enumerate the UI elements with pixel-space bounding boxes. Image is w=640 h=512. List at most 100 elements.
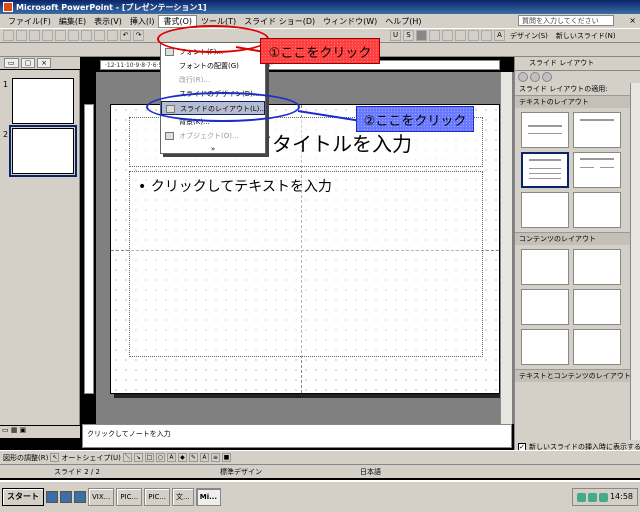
layout-title-text[interactable]	[521, 152, 569, 188]
tab-outline[interactable]: ▭	[4, 58, 19, 68]
notes-pane[interactable]: クリックしてノートを入力	[82, 424, 512, 448]
indent-icon[interactable]	[468, 30, 479, 41]
forward-icon[interactable]	[530, 72, 540, 82]
line-icon[interactable]: ＼	[122, 453, 132, 462]
tab-slides[interactable]: ▢	[20, 58, 36, 68]
arrow-icon[interactable]: ↘	[133, 453, 143, 462]
new-file-icon[interactable]	[3, 30, 14, 41]
tray-icon[interactable]	[598, 492, 608, 502]
menu-slideshow[interactable]: スライド ショー(D)	[240, 16, 319, 27]
underline-icon[interactable]: U	[390, 30, 401, 41]
status-design: 標準デザイン	[220, 468, 262, 476]
open-folder-icon[interactable]	[16, 30, 27, 41]
help-question-input[interactable]: 質問を入力してください	[518, 15, 614, 26]
tray-icon[interactable]	[576, 492, 586, 502]
title-bar: Microsoft PowerPoint - [プレゼンテーション1]	[0, 0, 640, 14]
vertical-scrollbar[interactable]	[500, 72, 512, 424]
align-center-icon[interactable]	[429, 30, 440, 41]
menu-insert[interactable]: 挿入(I)	[126, 16, 159, 27]
menu-file[interactable]: ファイル(F)	[4, 16, 55, 27]
layout-two-column[interactable]	[573, 152, 621, 188]
back-icon[interactable]	[518, 72, 528, 82]
task-pane-title: スライド レイアウト	[515, 57, 640, 71]
shadow-icon[interactable]: S	[403, 30, 414, 41]
vertical-ruler	[84, 104, 94, 394]
view-buttons[interactable]: ▭ ▦ ▣	[0, 426, 80, 438]
rectangle-icon[interactable]: □	[144, 453, 154, 462]
tray-icon[interactable]	[587, 492, 597, 502]
layout-vertical-text[interactable]	[521, 192, 569, 228]
line-color-icon[interactable]: ✎	[188, 453, 198, 462]
save-icon[interactable]	[29, 30, 40, 41]
section-content-layouts: コンテンツのレイアウト	[515, 232, 640, 245]
numbering-icon[interactable]	[455, 30, 466, 41]
slides-pane: 1 2	[0, 70, 80, 425]
task-pane: スライド レイアウト スライド レイアウトの適用: テキストのレイアウト コンテ…	[514, 57, 640, 454]
taskbar-button[interactable]: 文...	[172, 488, 194, 506]
layout-title-content[interactable]	[521, 289, 569, 325]
menu-help[interactable]: ヘルプ(H)	[381, 16, 425, 27]
menu-item-line-break: 改行(R)...	[161, 73, 265, 87]
cut-icon[interactable]	[81, 30, 92, 41]
copy-icon[interactable]	[94, 30, 105, 41]
taskbar-button[interactable]: VIX...	[88, 488, 115, 506]
shadow-style-icon[interactable]: ■	[221, 453, 231, 462]
quicklaunch-media-icon[interactable]	[74, 491, 86, 503]
slide-thumbnail[interactable]	[12, 78, 74, 124]
layout-grid-text	[515, 108, 640, 232]
menu-view[interactable]: 表示(V)	[90, 16, 126, 27]
quicklaunch-desktop-icon[interactable]	[60, 491, 72, 503]
layout-content[interactable]	[573, 249, 621, 285]
body-placeholder[interactable]: • クリックしてテキストを入力	[129, 171, 483, 357]
outdent-icon[interactable]	[481, 30, 492, 41]
select-pointer-icon[interactable]: ↖	[50, 453, 60, 462]
textbox-icon[interactable]: A	[166, 453, 176, 462]
start-button[interactable]: スタート	[2, 488, 44, 506]
design-button[interactable]: デザイン(S)	[507, 31, 551, 41]
preview-icon[interactable]	[55, 30, 66, 41]
chevron-down-icon[interactable]: »	[161, 143, 265, 155]
taskbar-button-powerpoint[interactable]: Mi...	[195, 488, 222, 506]
fill-color-icon[interactable]: ◆	[177, 453, 187, 462]
home-icon[interactable]	[542, 72, 552, 82]
menu-item-label: オブジェクト(O)...	[179, 132, 239, 140]
bullets-icon[interactable]	[442, 30, 453, 41]
font-color-icon[interactable]: A	[199, 453, 209, 462]
taskbar-button[interactable]: PIC...	[116, 488, 143, 506]
quicklaunch-ie-icon[interactable]	[46, 491, 58, 503]
slide-thumbnail[interactable]	[9, 125, 77, 177]
paste-icon[interactable]	[107, 30, 118, 41]
section-text-layouts: テキストのレイアウト	[515, 95, 640, 108]
autoshape-menu[interactable]: オートシェイプ(U)	[61, 453, 121, 463]
layout-vertical-text-2[interactable]	[573, 192, 621, 228]
line-style-icon[interactable]: ≡	[210, 453, 220, 462]
layout-title-only[interactable]	[573, 112, 621, 148]
pane-close-icon[interactable]: ×	[37, 58, 52, 68]
taskbar-button[interactable]: PIC...	[144, 488, 171, 506]
layout-title-two-content[interactable]	[573, 289, 621, 325]
layout-title-content-2[interactable]	[521, 329, 569, 365]
close-icon[interactable]: ×	[629, 16, 636, 25]
menu-window[interactable]: ウィンドウ(W)	[319, 16, 381, 27]
spelling-icon[interactable]	[68, 30, 79, 41]
draw-menu[interactable]: 図形の調整(R)	[3, 453, 48, 463]
align-left-icon[interactable]	[416, 30, 427, 41]
task-pane-scrollbar[interactable]	[630, 83, 640, 443]
print-icon[interactable]	[42, 30, 53, 41]
menu-item-font-alignment[interactable]: フォントの配置(G)	[161, 59, 265, 73]
highlight-ellipse-blue	[146, 92, 300, 122]
task-pane-nav	[515, 71, 640, 83]
menu-edit[interactable]: 編集(E)	[55, 16, 90, 27]
layout-title-four-content[interactable]	[573, 329, 621, 365]
status-bar: スライド 2 / 2 標準デザイン 日本語	[0, 464, 640, 478]
ellipse-icon[interactable]: ○	[155, 453, 165, 462]
undo-icon[interactable]: ↶	[120, 30, 131, 41]
menu-item-label: 改行(R)...	[179, 76, 211, 84]
new-slide-button[interactable]: 新しいスライド(N)	[553, 31, 619, 41]
layout-title-slide[interactable]	[521, 112, 569, 148]
redo-icon[interactable]: ↷	[133, 30, 144, 41]
layout-blank[interactable]	[521, 249, 569, 285]
font-color-icon[interactable]: A	[494, 30, 505, 41]
object-icon	[165, 132, 174, 140]
windows-taskbar: スタート VIX... PIC... PIC... 文... Mi... 14:…	[0, 480, 640, 512]
